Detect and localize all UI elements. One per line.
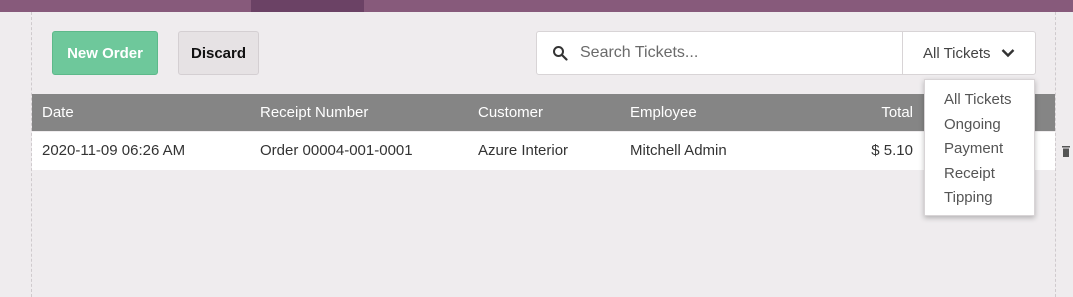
header-customer: Customer [478,104,544,121]
ticket-filter-select[interactable]: All Tickets [902,31,1036,75]
content-border-right [1055,12,1056,297]
discard-button[interactable]: Discard [178,31,259,75]
cell-date: 2020-11-09 06:26 AM [42,142,186,159]
filter-option-ongoing[interactable]: Ongoing [925,114,1034,139]
trash-icon[interactable] [1062,146,1070,157]
cell-total: $ 5.10 [871,142,913,159]
header-receipt-number: Receipt Number [260,104,369,121]
filter-dropdown-menu: All Tickets Ongoing Payment Receipt Tipp… [924,79,1035,216]
cell-customer: Azure Interior [478,142,569,159]
search-icon [553,46,568,61]
search-input[interactable] [578,43,882,63]
header-date: Date [42,104,74,121]
cell-employee: Mitchell Admin [630,142,727,159]
header-total: Total [881,104,913,121]
new-order-button[interactable]: New Order [52,31,158,75]
search-box[interactable] [536,31,903,75]
header-employee: Employee [630,104,697,121]
chevron-down-icon [1001,49,1014,58]
cell-receipt-number: Order 00004-001-0001 [260,142,413,159]
top-navbar [0,0,1073,12]
table-row[interactable]: 2020-11-09 06:26 AM Order 00004-001-0001… [32,132,1070,170]
filter-option-receipt[interactable]: Receipt [925,163,1034,188]
filter-option-all-tickets[interactable]: All Tickets [925,89,1034,114]
filter-option-tipping[interactable]: Tipping [925,187,1034,212]
filter-option-payment[interactable]: Payment [925,138,1034,163]
active-tab-indicator[interactable] [251,0,364,12]
table-header: Date Receipt Number Customer Employee To… [32,94,1055,131]
filter-selected-label: All Tickets [923,44,991,62]
